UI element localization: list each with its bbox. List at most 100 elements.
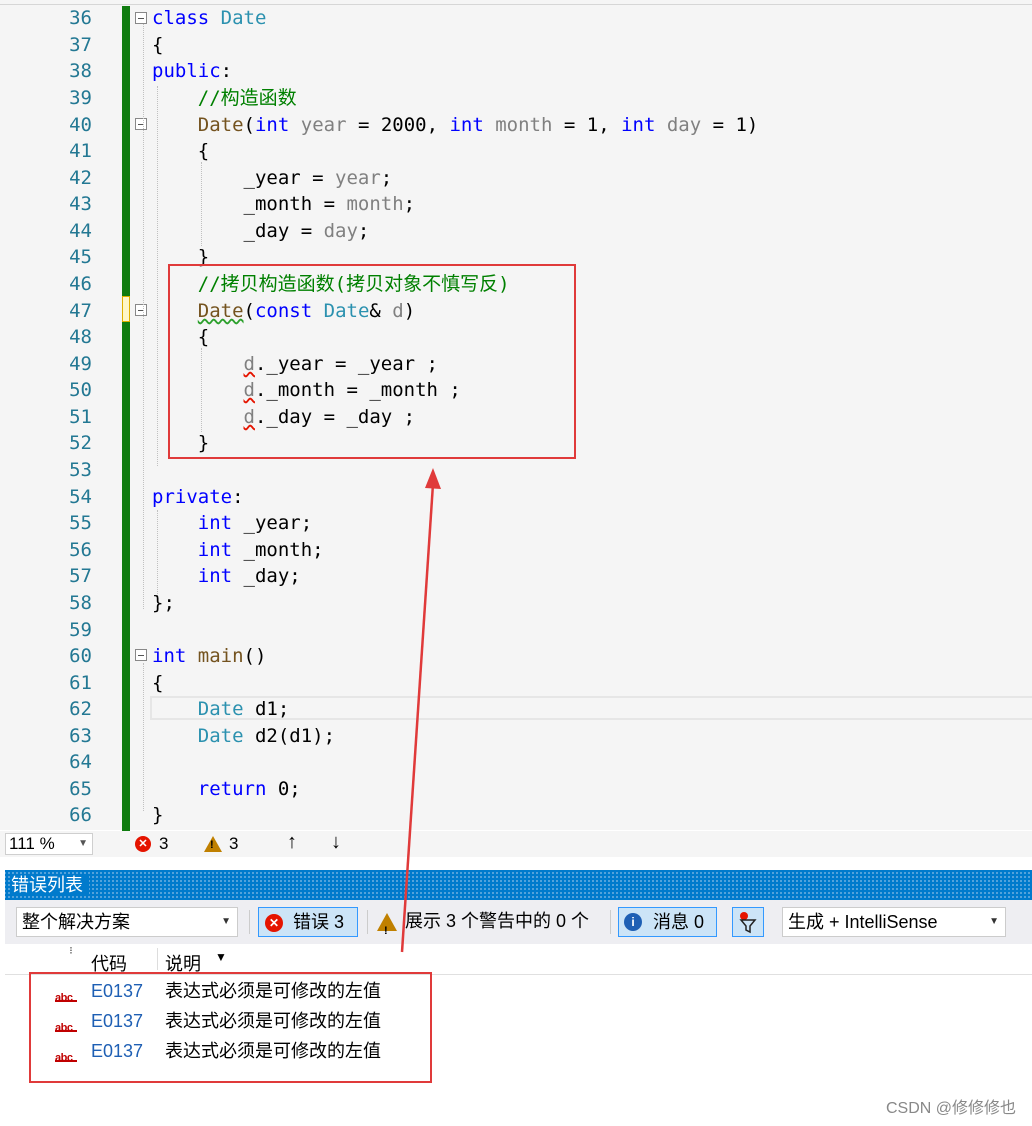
line-number: 38 — [69, 60, 92, 82]
code-line-57[interactable]: int _day; — [152, 563, 301, 590]
warning-count[interactable]: 3 — [229, 834, 238, 854]
code-line-39[interactable]: //构造函数 — [152, 85, 297, 112]
code-editor[interactable]: 36 37 38 39 40 41 42 43 44 45 46 47 48 49 50 51 52 53 54 55… — [0, 0, 1032, 831]
keyword: int — [254, 114, 290, 136]
warning-icon[interactable]: ! — [204, 836, 222, 852]
code-line-40[interactable]: Date(int year = 2000, int month = 1, int… — [152, 112, 759, 139]
errors-filter-button[interactable]: ✕ 错误 3 — [258, 907, 358, 937]
line-number: 41 — [69, 140, 92, 162]
line-number: 45 — [69, 246, 92, 268]
code-line-37[interactable]: { — [152, 32, 163, 59]
line-number: 55 — [69, 512, 92, 534]
code-line-63[interactable]: Date d2(d1); — [152, 723, 335, 750]
keyword: public — [152, 60, 221, 82]
line-number: 44 — [69, 220, 92, 242]
keyword: int — [197, 512, 233, 534]
filter-toggle-button[interactable] — [732, 907, 764, 937]
main-scope-guide — [143, 663, 144, 811]
error-count[interactable]: 3 — [159, 834, 168, 854]
code-line-41[interactable]: { — [152, 138, 209, 165]
class-scope-guide — [143, 24, 144, 609]
line-number: 49 — [69, 353, 92, 375]
keyword: int — [197, 539, 233, 561]
code-line-60[interactable]: int main() — [152, 643, 266, 670]
brace: } — [152, 804, 164, 826]
code-line-58[interactable]: }; — [152, 590, 175, 617]
default-value: = 1, — [552, 114, 622, 136]
collapse-class-icon[interactable] — [135, 12, 147, 24]
error-list-panel: 错误列表 整个解决方案 ▼ ✕ 错误 3 ! 展示 3 个警告中的 0 个 i 消… — [0, 870, 1032, 1126]
member-decl: _month; — [232, 539, 324, 561]
next-issue-button[interactable]: ↓ — [331, 831, 341, 854]
code-line-36[interactable]: class Date — [152, 5, 266, 32]
error-list-column-header: ⠇ 代码 说明 ▼ — [5, 944, 1032, 975]
warnings-filter-label: 展示 3 个警告中的 0 个 — [405, 911, 590, 931]
line-number: 54 — [69, 486, 92, 508]
code-line-62[interactable]: Date d1; — [152, 696, 290, 723]
error-icon[interactable]: ✕ — [135, 836, 151, 852]
line-number: 63 — [69, 725, 92, 747]
error-list-toolbar: 整个解决方案 ▼ ✕ 错误 3 ! 展示 3 个警告中的 0 个 i 消息 0 生… — [5, 900, 1032, 944]
zoom-value: 111 % — [9, 834, 55, 853]
code-line-66[interactable]: } — [152, 802, 163, 829]
line-number: 53 — [69, 459, 92, 481]
brace: { — [152, 34, 164, 56]
keyword: private — [152, 486, 233, 508]
semicolon: ; — [403, 193, 416, 215]
line-number: 62 — [69, 698, 92, 720]
column-chooser-icon[interactable]: ⠇ — [69, 946, 76, 957]
line-number: 66 — [69, 804, 92, 826]
param: month — [346, 193, 404, 215]
collapse-main-icon[interactable] — [135, 649, 147, 661]
zoom-dropdown[interactable]: 111 % ▼ — [5, 833, 93, 855]
line-number: 50 — [69, 379, 92, 401]
keyword: int — [197, 565, 233, 587]
build-source-dropdown[interactable]: 生成 + IntelliSense ▼ — [782, 907, 1006, 937]
code-line-44[interactable]: _day = day; — [152, 218, 370, 245]
line-number: 39 — [69, 87, 92, 109]
line-number: 46 — [69, 273, 92, 295]
line-number: 60 — [69, 645, 92, 667]
keyword: int — [621, 114, 656, 136]
error-list-title-bar[interactable]: 错误列表 — [5, 870, 1032, 900]
member: _day = — [152, 220, 324, 242]
chevron-down-icon: ▼ — [221, 916, 231, 927]
keyword: int — [152, 645, 187, 667]
line-number: 47 — [69, 300, 92, 322]
code-line-56[interactable]: int _month; — [152, 537, 324, 564]
line-number: 52 — [69, 432, 92, 454]
collapse-constructor-icon[interactable] — [135, 118, 147, 130]
copy-constructor-highlight-box — [168, 264, 576, 459]
code-line-55[interactable]: int _year; — [152, 510, 312, 537]
change-tracking-bar — [122, 6, 130, 831]
line-number: 43 — [69, 193, 92, 215]
statement: d2(d1); — [243, 725, 336, 747]
code-line-65[interactable]: return 0; — [152, 776, 301, 803]
code-line-42[interactable]: _year = year; — [152, 165, 393, 192]
function-name: Date — [197, 114, 244, 136]
error-icon: ✕ — [265, 914, 283, 932]
type-name: Date — [209, 7, 267, 29]
brace: { — [152, 140, 210, 162]
line-number: 37 — [69, 34, 92, 56]
previous-issue-button[interactable]: ↑ — [287, 831, 297, 854]
warnings-filter-button[interactable]: ! 展示 3 个警告中的 0 个 — [375, 907, 600, 937]
statement: 0; — [266, 778, 301, 800]
keyword: return — [197, 778, 267, 800]
collapse-copy-constructor-icon[interactable] — [135, 304, 147, 316]
semicolon: ; — [380, 167, 393, 189]
semicolon: ; — [357, 220, 370, 242]
code-line-54[interactable]: private: — [152, 484, 244, 511]
chevron-down-icon: ▼ — [989, 916, 999, 927]
toolbar-separator — [367, 910, 368, 934]
code-line-43[interactable]: _month = month; — [152, 191, 416, 218]
messages-filter-button[interactable]: i 消息 0 — [618, 907, 717, 937]
code-line-61[interactable]: { — [152, 670, 163, 697]
code-line-38[interactable]: public: — [152, 58, 232, 85]
error-rows-highlight-box — [29, 972, 432, 1083]
line-number: 51 — [69, 406, 92, 428]
function-name: main — [186, 645, 244, 667]
scope-dropdown[interactable]: 整个解决方案 ▼ — [16, 907, 238, 937]
colon: : — [232, 486, 244, 508]
line-number: 58 — [69, 592, 92, 614]
